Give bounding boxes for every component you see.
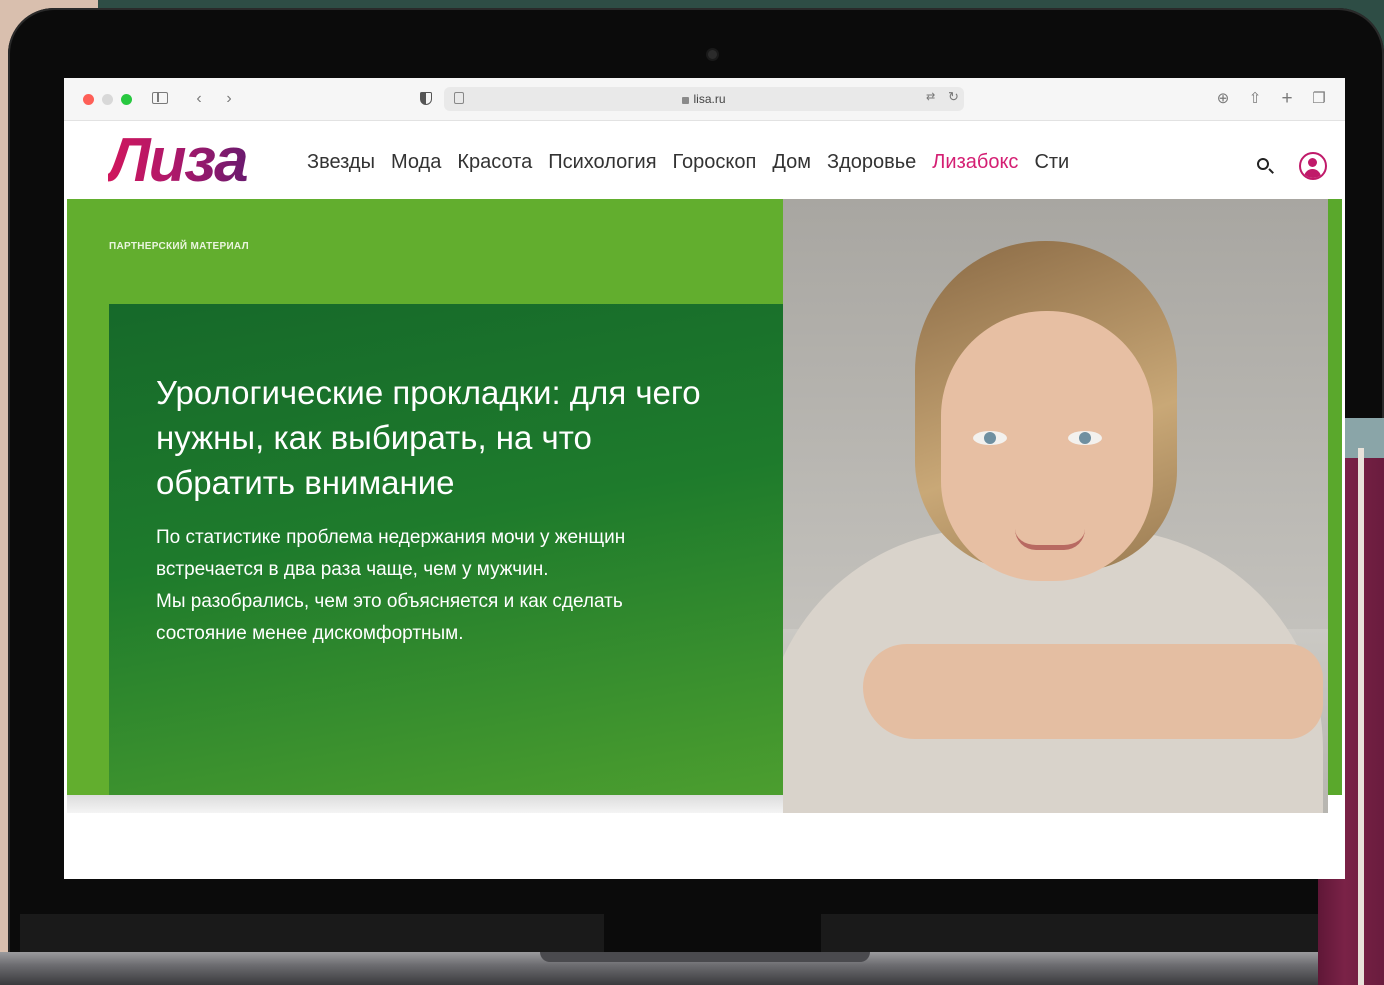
- reload-icon[interactable]: ↻: [948, 89, 959, 105]
- nav-fade: [1082, 141, 1122, 181]
- article-lead-line: Мы разобрались, чем это объясняется и ка…: [156, 591, 623, 644]
- hero-card[interactable]: Урологические прокладки: для чего нужны,…: [109, 304, 783, 795]
- partner-tag: ПАРТНЕРСКИЙ МАТЕРИАЛ: [109, 241, 249, 252]
- sidebar-icon[interactable]: [152, 92, 168, 104]
- hero-photo[interactable]: [783, 199, 1328, 813]
- back-icon[interactable]: ‹: [192, 88, 206, 110]
- camera: [708, 50, 717, 59]
- laptop-hinge: [604, 914, 821, 952]
- privacy-shield-icon[interactable]: [420, 92, 432, 105]
- translate-icon[interactable]: ⇄: [926, 90, 935, 103]
- url-text: lisa.ru: [693, 92, 726, 106]
- share-icon[interactable]: ⇧: [1246, 88, 1264, 110]
- browser-toolbar: ‹ › lisa.ru ⇄ ↻ ⊕ ⇧ + ❐: [64, 78, 1345, 121]
- main-nav: Звезды Мода Красота Психология Гороскоп Дом Зд…: [307, 151, 1085, 179]
- hero-banner[interactable]: ПАРТНЕРСКИЙ МАТЕРИАЛ Урологические прокл…: [67, 199, 783, 795]
- article-title[interactable]: Урологические прокладки: для чего нужны,…: [156, 370, 716, 505]
- new-tab-icon[interactable]: +: [1278, 88, 1296, 110]
- site-logo[interactable]: Лиза: [108, 125, 249, 196]
- nav-item-lisabox[interactable]: Лизабокс: [932, 151, 1018, 174]
- laptop-base: [0, 952, 1384, 985]
- nav-item-style[interactable]: Сти: [1034, 151, 1069, 174]
- search-icon[interactable]: [1257, 158, 1269, 170]
- site-header: Лиза Звезды Мода Красота Психология Гороскоп…: [64, 121, 1345, 199]
- hero-edge: [1328, 199, 1342, 795]
- article-lead-line: По статистике проблема недержания мочи у…: [156, 527, 626, 580]
- hero-shadow: [67, 795, 783, 813]
- close-window-button[interactable]: [83, 94, 94, 105]
- lock-icon: [682, 97, 690, 104]
- download-icon[interactable]: ⊕: [1214, 88, 1232, 110]
- nav-item-health[interactable]: Здоровье: [827, 151, 916, 174]
- forward-icon[interactable]: ›: [222, 88, 236, 110]
- address-bar[interactable]: lisa.ru ⇄ ↻: [444, 87, 964, 111]
- nav-item-psychology[interactable]: Психология: [548, 151, 656, 174]
- nav-item-beauty[interactable]: Красота: [457, 151, 532, 174]
- browser-window: ‹ › lisa.ru ⇄ ↻ ⊕ ⇧ + ❐ Лиза Звезды Мода К…: [64, 78, 1345, 879]
- zoom-window-button[interactable]: [121, 94, 132, 105]
- user-account-icon[interactable]: [1299, 152, 1327, 180]
- article-lead: По статистике проблема недержания мочи у…: [156, 522, 716, 650]
- page-content: [64, 813, 1345, 879]
- nav-item-home[interactable]: Дом: [772, 151, 811, 174]
- tabs-overview-icon[interactable]: ❐: [1310, 88, 1328, 110]
- minimize-window-button[interactable]: [102, 94, 113, 105]
- nav-item-horoscope[interactable]: Гороскоп: [673, 151, 757, 174]
- nav-item-stars[interactable]: Звезды: [307, 151, 375, 174]
- nav-item-fashion[interactable]: Мода: [391, 151, 441, 174]
